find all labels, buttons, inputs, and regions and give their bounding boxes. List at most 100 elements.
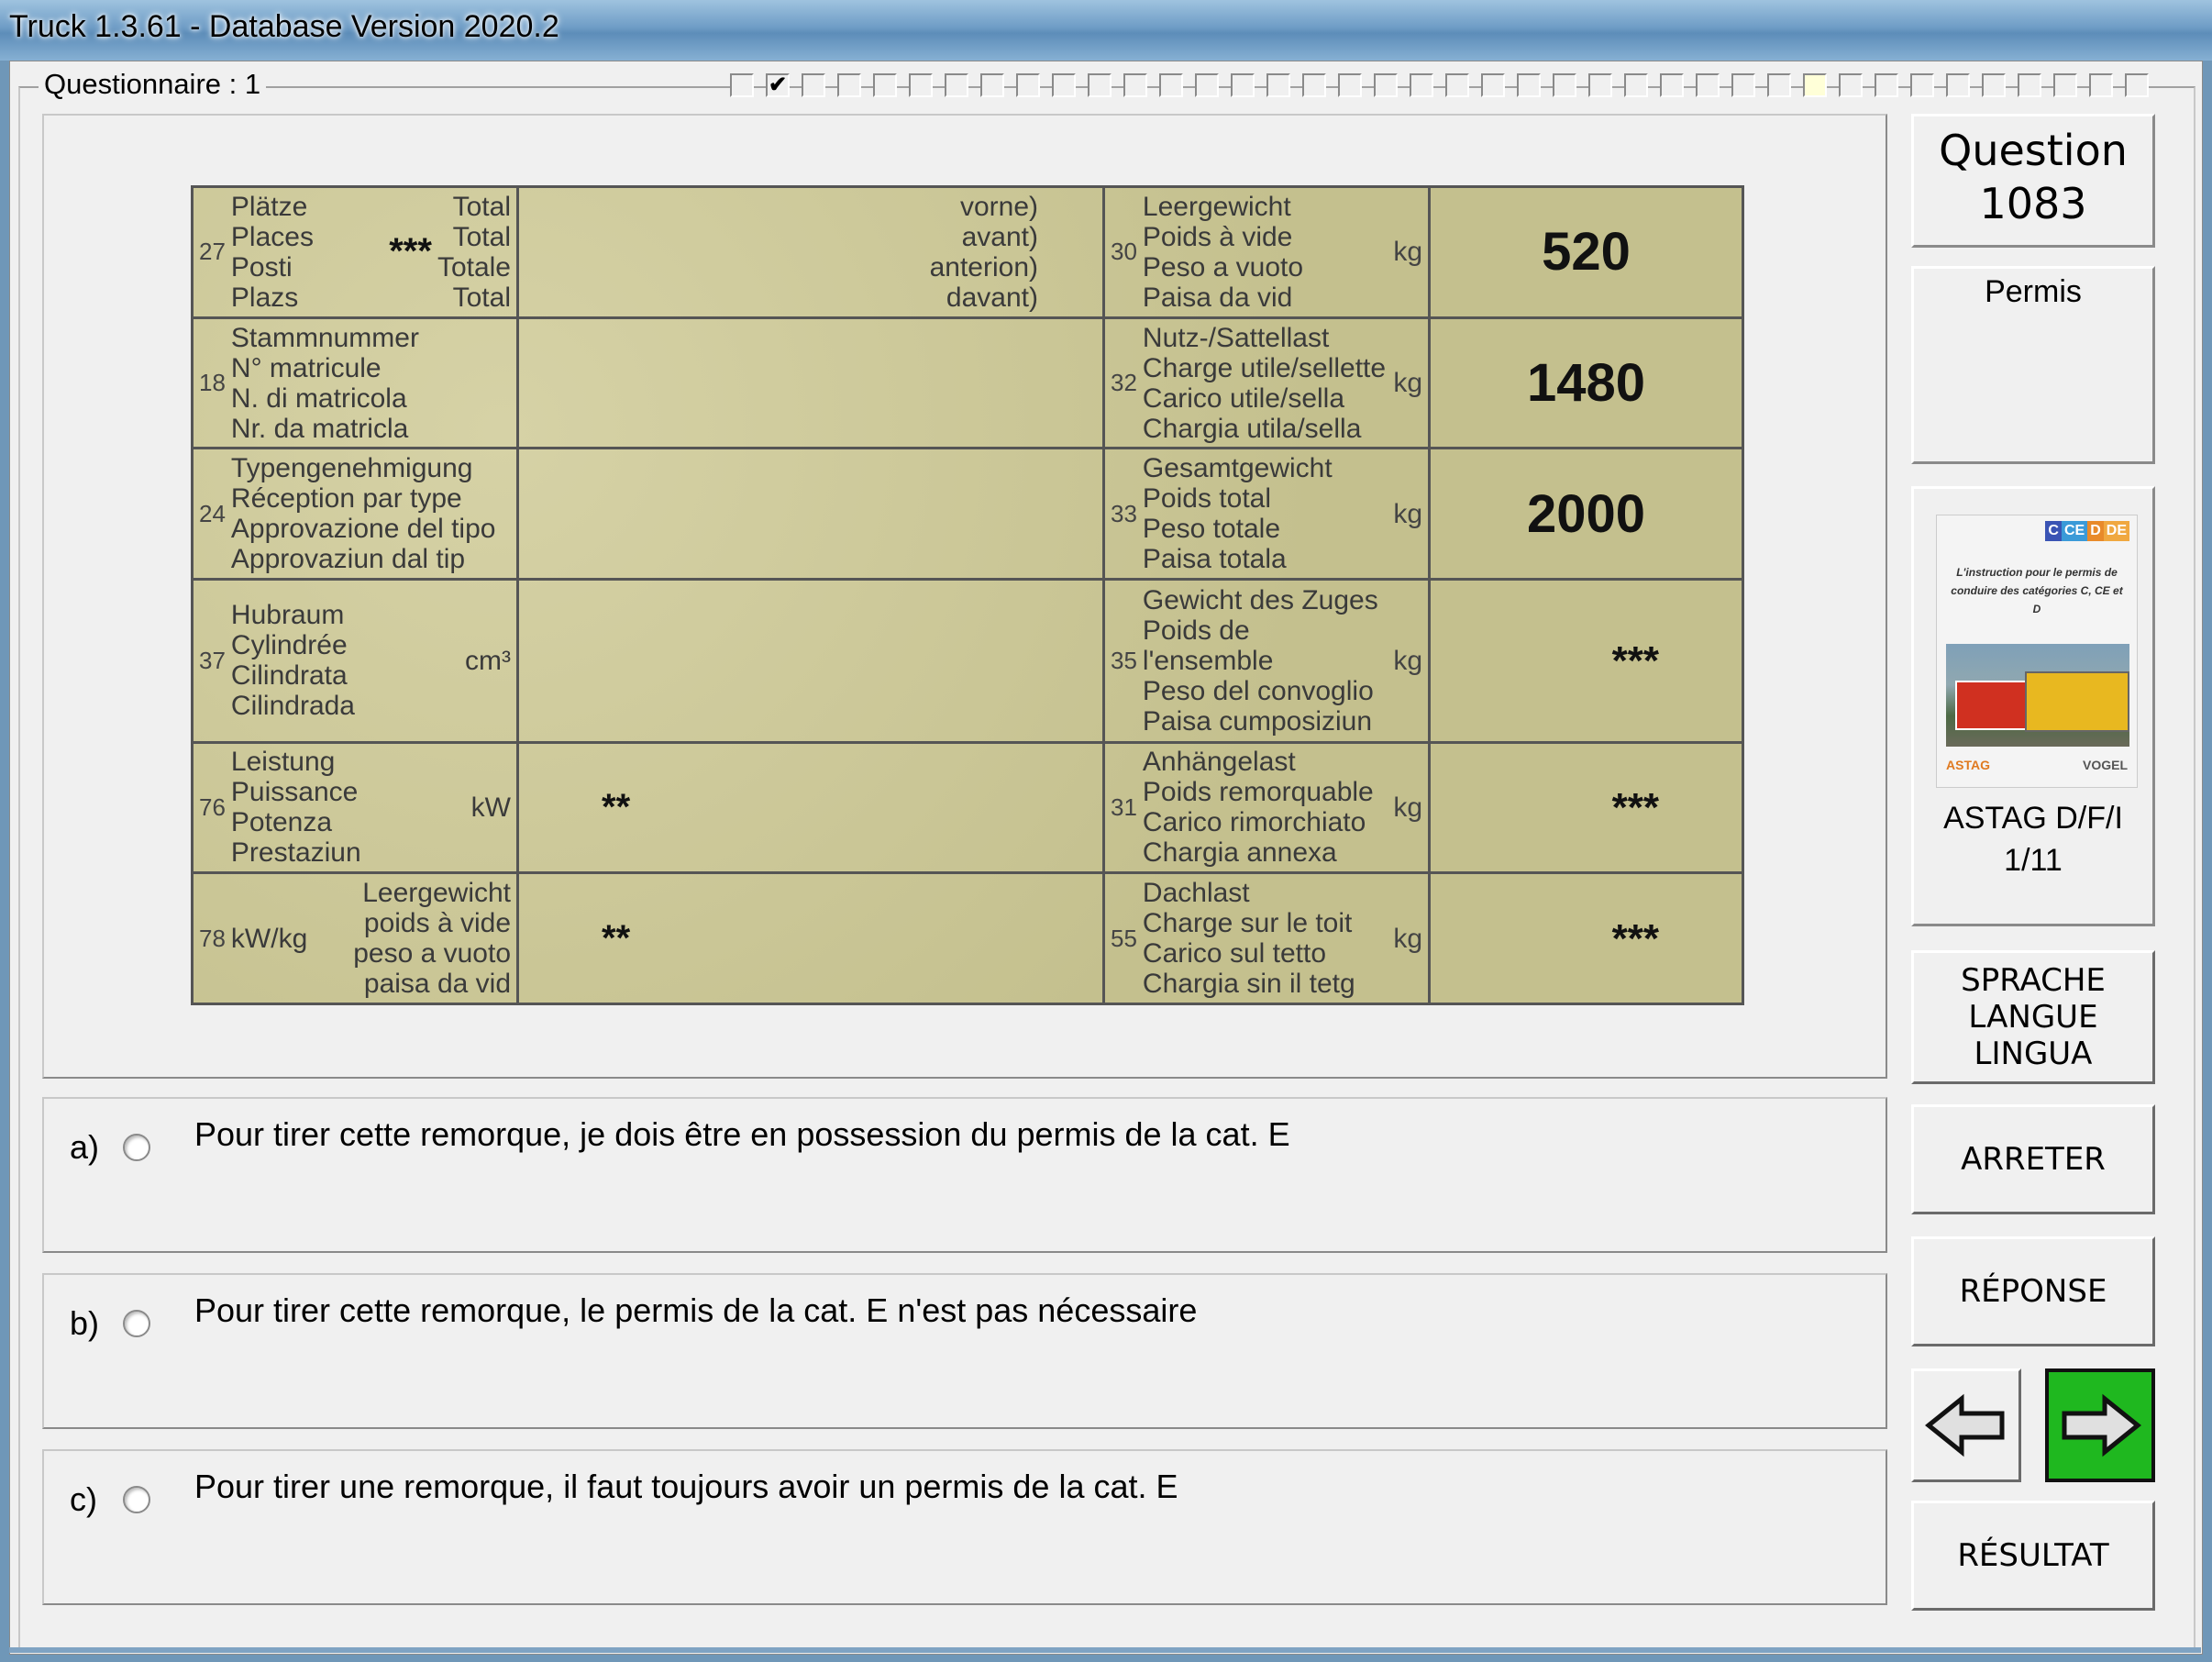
progress-box	[1624, 73, 1648, 97]
progress-box	[1016, 73, 1040, 97]
progress-box	[1445, 73, 1469, 97]
value-field: ***	[1428, 578, 1744, 744]
progress-box	[1410, 73, 1433, 97]
progress-box	[1553, 73, 1576, 97]
progress-box	[1159, 73, 1183, 97]
truck-bus-photo	[1946, 644, 2129, 747]
middle-field	[516, 447, 1105, 582]
right-field: 55 Dachlast Charge sur le toit Carico sul t…	[1102, 871, 1431, 1005]
right-field: 30 Leergewicht Poids à vide Peso a vuoto Pai…	[1102, 185, 1431, 319]
progress-box	[2018, 73, 2041, 97]
progress-box	[1696, 73, 1720, 97]
right-field: 33 Gesamtgewicht Poids total Peso totale Pai…	[1102, 447, 1431, 582]
answer-letter: a)	[70, 1128, 100, 1166]
category-label: Permis	[1985, 274, 2082, 309]
registration-row: 78 kW/kg Leergewicht poids à vide peso a vuo…	[191, 871, 1744, 1005]
progress-box	[1374, 73, 1398, 97]
progress-box	[1767, 73, 1791, 97]
answer-letter: b)	[70, 1304, 100, 1342]
answer-text: Pour tirer cette remorque, le permis de …	[194, 1291, 1198, 1329]
middle-field: vorne) avant) anterion) davant)	[516, 185, 1105, 319]
answer-text: Pour tirer cette remorque, je dois être …	[194, 1115, 1290, 1153]
window-title: Truck 1.3.61 - Database Version 2020.2	[9, 9, 559, 44]
progress-box	[1231, 73, 1255, 97]
right-field: 35 Gewicht des Zuges Poids de l'ensemble Pe…	[1102, 578, 1431, 744]
answer-a[interactable]: a) Pour tirer cette remorque, je dois êt…	[42, 1097, 1887, 1253]
vehicle-registration-image: 27 Plätze Places Posti Plazs *** Total Total Tot…	[191, 185, 1744, 1005]
question-label: Question	[1939, 126, 2128, 175]
language-label-de: SPRACHE	[1961, 962, 2106, 999]
language-button[interactable]: SPRACHE LANGUE LINGUA	[1911, 950, 2155, 1084]
progress-box	[1731, 73, 1755, 97]
progress-box	[2125, 73, 2149, 97]
answer-a-radio[interactable]	[123, 1134, 150, 1161]
progress-box	[1803, 73, 1827, 97]
answer-button[interactable]: RÉPONSE	[1911, 1236, 2155, 1346]
value-field: 520	[1428, 185, 1744, 319]
logo-left: ASTAG	[1946, 758, 1990, 772]
left-field: 78 kW/kg Leergewicht poids à vide peso a vuo…	[191, 871, 519, 1005]
progress-box	[1982, 73, 2006, 97]
answer-letter: c)	[70, 1480, 97, 1518]
answer-c[interactable]: c) Pour tirer une remorque, il faut touj…	[42, 1449, 1887, 1605]
category-badge: DE	[2103, 521, 2129, 541]
registration-row: 37 Hubraum Cylindrée Cilindrata Cilindrada cm…	[191, 578, 1744, 744]
group-border-line	[271, 86, 728, 88]
left-field: 24 Typengenehmigung Réception par type Appr…	[191, 447, 519, 582]
cover-text: L'instruction pour le permis de conduire…	[1951, 566, 2123, 615]
progress-box	[1123, 73, 1147, 97]
value-field: 1480	[1428, 316, 1744, 450]
answer-b-radio[interactable]	[123, 1310, 150, 1337]
progress-box	[873, 73, 897, 97]
answer-b[interactable]: b) Pour tirer cette remorque, le permis …	[42, 1273, 1887, 1429]
progress-box	[909, 73, 933, 97]
stop-button[interactable]: ARRETER	[1911, 1104, 2155, 1214]
next-button[interactable]	[2045, 1368, 2155, 1482]
previous-button[interactable]	[1911, 1368, 2021, 1482]
truck-shape	[1955, 681, 2032, 730]
arrow-right-icon	[2062, 1393, 2141, 1457]
progress-box	[837, 73, 861, 97]
answer-c-radio[interactable]	[123, 1486, 150, 1513]
value-field: 2000	[1428, 447, 1744, 582]
language-label-it: LINGUA	[1974, 1036, 2093, 1072]
window-bottom-border	[9, 1647, 2201, 1653]
progress-box	[1588, 73, 1612, 97]
progress-box	[1302, 73, 1326, 97]
progress-box	[1910, 73, 1934, 97]
result-button[interactable]: RÉSULTAT	[1911, 1501, 2155, 1611]
progress-box	[1875, 73, 1898, 97]
progress-box	[1195, 73, 1219, 97]
title-bar: Truck 1.3.61 - Database Version 2020.2	[0, 0, 2212, 61]
left-field: 37 Hubraum Cylindrée Cilindrata Cilindrada cm…	[191, 578, 519, 744]
category-box: Permis	[1911, 266, 2155, 464]
progress-box	[1481, 73, 1505, 97]
middle-field	[516, 316, 1105, 450]
textbook-caption: ASTAG D/F/I 1/11	[1914, 797, 2152, 881]
question-number-box: Question 1083	[1911, 114, 2155, 248]
language-label-fr: LANGUE	[1968, 999, 2098, 1036]
category-badge: C	[2045, 521, 2062, 541]
textbook-chapter: 1/11	[2004, 843, 2063, 878]
progress-box	[802, 73, 825, 97]
textbook-cover-image: C CE D DE L'instruction pour le permis de c…	[1936, 515, 2138, 788]
left-field: 76 Leistung Puissance Potenza Prestaziun kW	[191, 740, 519, 875]
left-field: 27 Plätze Places Posti Plazs *** Total Total Tot…	[191, 185, 519, 319]
progress-box	[2089, 73, 2113, 97]
progress-box	[945, 73, 968, 97]
category-badge: D	[2087, 521, 2104, 541]
progress-box	[1660, 73, 1684, 97]
progress-box	[1517, 73, 1541, 97]
progress-box	[1839, 73, 1863, 97]
category-badge: CE	[2061, 521, 2088, 541]
registration-row: 76 Leistung Puissance Potenza Prestaziun kW **…	[191, 740, 1744, 875]
arrow-left-icon	[1925, 1393, 2005, 1457]
textbook-name: ASTAG D/F/I	[1943, 801, 2123, 836]
progress-box	[1052, 73, 1076, 97]
registration-row: 24 Typengenehmigung Réception par type Appr…	[191, 447, 1744, 582]
questionnaire-label: Questionnaire : 1	[39, 68, 267, 101]
progress-box	[730, 73, 754, 97]
registration-row: 27 Plätze Places Posti Plazs *** Total Total Tot…	[191, 185, 1744, 319]
value-field: ***	[1428, 740, 1744, 875]
value-field: ***	[1428, 871, 1744, 1005]
